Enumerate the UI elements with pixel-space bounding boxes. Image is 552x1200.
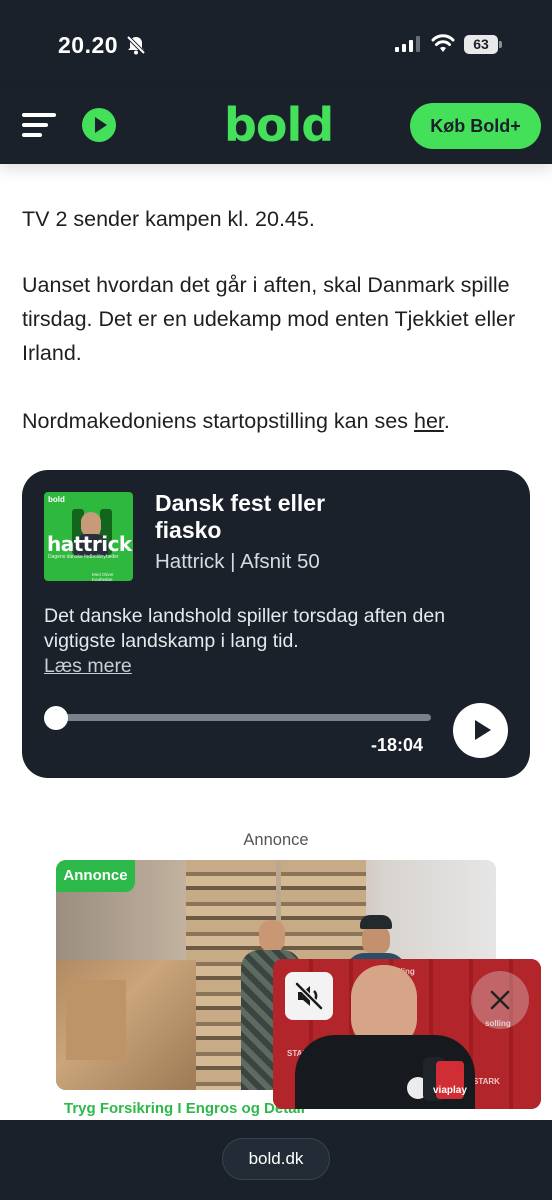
lineup-link[interactable]: her [414, 409, 444, 433]
article-paragraph: TV 2 sender kampen kl. 20.45. [22, 207, 315, 231]
mute-button[interactable] [285, 972, 333, 1020]
article-text: . [443, 409, 450, 433]
status-bar: 20.20 63 [0, 0, 552, 88]
close-icon [490, 990, 510, 1010]
speaker-muted-icon [295, 982, 323, 1010]
menu-icon[interactable] [22, 110, 56, 140]
app-header: bold Køb Bold+ [0, 88, 552, 164]
url-bar[interactable]: bold.dk [222, 1138, 330, 1180]
signal-icon [395, 36, 420, 52]
cover-title: hattrick [47, 532, 132, 556]
bold-logo[interactable]: bold [224, 98, 334, 152]
progress-handle[interactable] [44, 706, 68, 730]
article-paragraph: Nordmakedoniens startopstilling kan ses … [22, 404, 522, 438]
sponsor-text: STARK [473, 1077, 500, 1086]
cover-subtitle: Dagens danske fodboldnyheder [48, 554, 119, 560]
cover-brand: bold [48, 495, 65, 504]
broadcaster-logo: viaplay [433, 1085, 467, 1096]
play-icon[interactable] [82, 108, 116, 142]
floating-video[interactable]: solling solling STARK STARK viaplay [273, 959, 541, 1109]
ad-label: Annonce [243, 831, 309, 849]
wifi-icon [431, 34, 455, 52]
ad-caption[interactable]: Tryg Forsikring I Engros og Detail [64, 1100, 305, 1118]
browser-bottom-bar: bold.dk [0, 1120, 552, 1200]
article-paragraph: Uanset hvordan det går i aften, skal Dan… [22, 273, 516, 365]
battery-icon: 63 [464, 35, 502, 54]
podcast-description: Det danske landshold spiller torsdag aft… [44, 605, 446, 652]
battery-level: 63 [464, 35, 498, 54]
cover-host: Med Oliver Kouhedge [92, 572, 114, 581]
podcast-play-button[interactable] [453, 703, 508, 758]
bell-muted-icon [126, 35, 146, 55]
buy-bold-plus-button[interactable]: Køb Bold+ [410, 103, 541, 149]
podcast-subtitle: Hattrick | Afsnit 50 [155, 550, 320, 573]
podcast-player: bold hattrick Dagens danske fodboldnyhed… [22, 470, 530, 778]
article-text: Nordmakedoniens startopstilling kan ses [22, 409, 414, 433]
status-time: 20.20 [58, 32, 119, 58]
ad-badge: Annonce [56, 860, 135, 892]
podcast-cover[interactable]: bold hattrick Dagens danske fodboldnyhed… [44, 492, 133, 581]
time-remaining: -18:04 [371, 735, 424, 755]
close-video-button[interactable] [471, 971, 529, 1029]
progress-track[interactable] [56, 714, 431, 721]
podcast-title: Dansk fest eller fiasko [155, 490, 326, 543]
read-more-link[interactable]: Læs mere [44, 655, 132, 678]
